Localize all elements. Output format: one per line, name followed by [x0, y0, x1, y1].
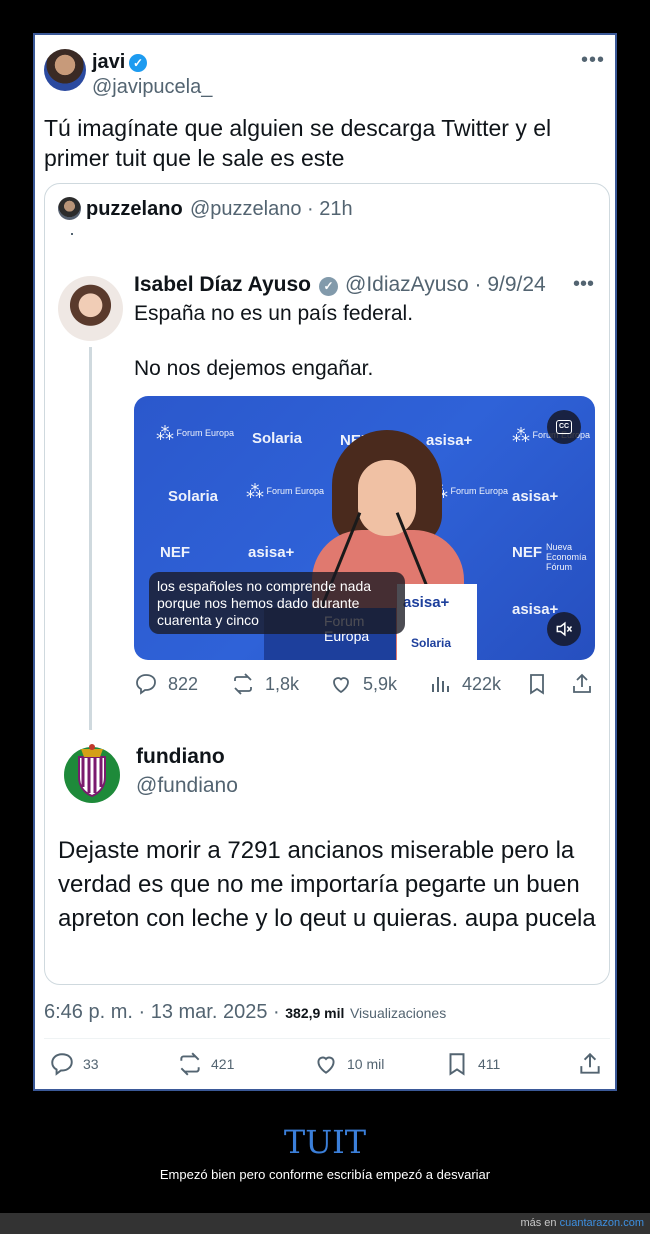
- quoted-author-meta: @puzzelano · 21h: [190, 198, 353, 220]
- divider: [44, 1038, 610, 1039]
- real-valladolid-crest-avatar[interactable]: [59, 739, 125, 805]
- quoted-tweet[interactable]: puzzelano @puzzelano · 21h Isabel Díaz A…: [44, 183, 610, 985]
- views-count: 382,9 mil: [285, 1005, 345, 1021]
- reply-icon: [136, 674, 156, 695]
- fundiano-name[interactable]: fundiano: [136, 745, 225, 769]
- embedded-video[interactable]: ⁂ Forum Europa Solaria NEF asisa+ ⁂ Foru…: [134, 396, 595, 660]
- like-count: 5,9k: [363, 673, 398, 694]
- tweet-timestamp[interactable]: 6:46 p. m. · 13 mar. 2025 · 382,9 mil Vi…: [44, 1001, 446, 1024]
- subtitle-line: porque nos hemos dado durante: [157, 595, 360, 611]
- like-action[interactable]: 10 mil: [313, 1051, 384, 1077]
- author-name[interactable]: javi: [92, 51, 125, 74]
- fundiano-text: Dejaste morir a 7291 ancianos miserable …: [58, 837, 596, 932]
- reply-action[interactable]: 822: [134, 672, 198, 696]
- reply-icon: [51, 1053, 73, 1076]
- thread-line: [89, 347, 92, 730]
- mute-button[interactable]: [547, 612, 581, 646]
- video-subtitles: los españoles no comprende nada porque n…: [149, 572, 405, 634]
- heart-icon: [333, 677, 349, 694]
- asisa-logo: asisa+: [248, 544, 295, 561]
- footer-text: más en cuantarazon.com: [520, 1217, 644, 1229]
- author-avatar[interactable]: [44, 49, 86, 91]
- asisa-logo: asisa+: [512, 488, 559, 505]
- timestamp-text: 6:46 p. m. · 13 mar. 2025 ·: [44, 1001, 280, 1023]
- retweet-action[interactable]: 421: [177, 1051, 234, 1077]
- caption-title: TUIT: [283, 1123, 367, 1161]
- ayuso-text-line2: No nos dejemos engañar.: [134, 357, 374, 380]
- bookmark-icon: [530, 674, 544, 695]
- like-action[interactable]: 5,9k: [329, 672, 397, 696]
- views-label: Visualizaciones: [349, 1005, 447, 1021]
- bookmark-action[interactable]: 411: [444, 1051, 500, 1077]
- bookmark-count: 411: [478, 1056, 501, 1072]
- forum-europa-logo: ⁂ Forum Europa: [156, 423, 235, 444]
- retweet-count: 421: [211, 1056, 235, 1072]
- meme-frame: javi ✓ @javipucela_ ••• Tú imagínate que…: [33, 33, 617, 1091]
- retweet-icon: [234, 673, 252, 695]
- retweet-count: 1,8k: [265, 673, 300, 694]
- subtitle-line: los españoles no comprende nada: [157, 578, 372, 594]
- share-action[interactable]: [577, 1051, 611, 1077]
- heart-icon: [317, 1056, 335, 1074]
- reply-count: 822: [168, 673, 199, 694]
- solaria-logo: Solaria: [168, 488, 219, 505]
- site-footer: más en cuantarazon.com: [0, 1213, 650, 1234]
- nef-logo: NEF: [512, 544, 542, 561]
- bookmark-action[interactable]: [525, 672, 559, 696]
- quoted-dot: [71, 233, 73, 235]
- views-action[interactable]: 422k: [428, 672, 501, 696]
- subtitle-line: cuarenta y cinco: [157, 612, 259, 628]
- podium-sign: asisa+ Solaria: [397, 584, 477, 660]
- caption-subtitle: Empezó bien pero conforme escribía empez…: [159, 1167, 491, 1182]
- views-count: 422k: [462, 673, 502, 694]
- ayuso-name[interactable]: Isabel Díaz Ayuso: [134, 273, 311, 297]
- captions-button[interactable]: CC: [547, 410, 581, 444]
- bookmark-icon: [449, 1053, 465, 1076]
- fundiano-handle[interactable]: @fundiano: [136, 774, 238, 798]
- reply-action[interactable]: 33: [49, 1051, 99, 1077]
- speaker-muted-icon: [556, 621, 573, 637]
- solaria-logo: Solaria: [252, 430, 303, 447]
- like-count: 10 mil: [347, 1056, 385, 1072]
- nef-tagline: Nueva Economía Fórum: [546, 542, 587, 572]
- tweet-text: Tú imagínate que alguien se descarga Twi…: [44, 115, 552, 171]
- analytics-icon: [432, 677, 449, 692]
- site-link[interactable]: cuantarazon.com: [560, 1217, 644, 1229]
- nef-logo: NEF: [160, 544, 190, 561]
- ayuso-meta: @IdiazAyuso · 9/9/24: [345, 273, 546, 296]
- ayuso-avatar[interactable]: [58, 276, 123, 341]
- reply-count: 33: [83, 1056, 99, 1072]
- more-options-icon[interactable]: •••: [573, 273, 594, 296]
- share-icon: [573, 673, 591, 693]
- footer-prefix: más en: [520, 1217, 557, 1229]
- verified-gray-badge-icon: ✓: [319, 277, 338, 296]
- share-action[interactable]: [570, 672, 604, 696]
- retweet-icon: [180, 1052, 200, 1076]
- quoted-author-avatar[interactable]: [58, 197, 81, 220]
- more-options-icon[interactable]: •••: [581, 49, 605, 72]
- ayuso-text-line1: España no es un país federal.: [134, 302, 414, 325]
- verified-badge-icon: ✓: [129, 54, 147, 72]
- tweet-card: javi ✓ @javipucela_ ••• Tú imagínate que…: [37, 37, 615, 1089]
- author-handle[interactable]: @javipucela_: [92, 76, 212, 99]
- share-icon: [580, 1052, 600, 1074]
- captions-icon: CC: [556, 420, 572, 434]
- quoted-author-name[interactable]: puzzelano: [86, 198, 183, 221]
- retweet-action[interactable]: 1,8k: [231, 672, 299, 696]
